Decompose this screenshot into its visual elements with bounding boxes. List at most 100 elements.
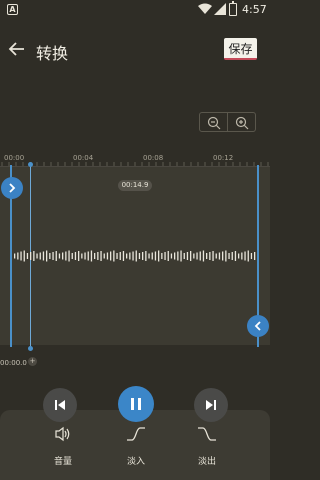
page-title: 转换	[36, 44, 69, 63]
waveform-bar	[78, 251, 80, 261]
back-button[interactable]	[8, 40, 28, 60]
waveform-bar	[225, 250, 227, 262]
volume-tool[interactable]: 音量	[43, 426, 83, 467]
waveform-bar	[218, 252, 221, 260]
zoom-out-icon	[207, 116, 221, 130]
waveform-bar	[244, 251, 246, 261]
waveform-bar	[142, 252, 144, 260]
waveform-bar	[49, 253, 51, 259]
signal-icon	[214, 3, 226, 15]
waveform-bar	[97, 252, 99, 260]
waveform-bar	[103, 253, 105, 259]
waveform-bar	[14, 253, 16, 259]
save-button[interactable]: 保存	[224, 38, 257, 60]
waveform-bar	[94, 253, 96, 259]
arrow-left-icon	[8, 42, 24, 56]
previous-button[interactable]	[43, 388, 77, 422]
waveform-bar	[250, 253, 253, 259]
selection-end-handle[interactable]	[247, 315, 269, 337]
waveform-bar	[135, 250, 137, 262]
fade-in-icon	[127, 427, 145, 441]
waveform-bar	[196, 252, 198, 260]
waveform-bar	[33, 251, 35, 261]
ruler-tick-label: 00:04	[73, 154, 94, 162]
waveform-bar	[145, 251, 147, 261]
position-readout: 00:00.0	[0, 359, 27, 367]
waveform-bar	[164, 252, 166, 260]
waveform-bar	[68, 250, 70, 262]
battery-icon	[229, 1, 237, 16]
waveform-bar	[20, 251, 22, 261]
waveform-bar	[238, 253, 240, 259]
zoom-out-button[interactable]	[200, 113, 227, 131]
waveform-bar	[161, 253, 163, 259]
waveform-bar	[228, 253, 230, 259]
app-notification-icon: A	[7, 4, 18, 15]
waveform-bar	[55, 251, 57, 261]
fade-out-label: 淡出	[197, 457, 216, 467]
waveform-bar	[154, 251, 157, 261]
waveform-bar	[17, 252, 19, 260]
waveform-bar	[170, 253, 173, 259]
waveform-bar	[167, 251, 169, 261]
waveform-bar	[30, 252, 32, 260]
waveform-bar	[122, 251, 125, 261]
waveform-bar	[247, 250, 249, 262]
waveform-bar	[36, 253, 38, 259]
waveform-bar	[186, 252, 189, 260]
waveform-bar	[132, 251, 134, 261]
pause-icon	[131, 398, 141, 410]
chevron-right-icon	[9, 183, 16, 193]
selection-duration-badge: 00:14.9	[118, 180, 152, 191]
waveform-bar	[100, 251, 102, 261]
waveform-bar	[234, 251, 237, 261]
waveform-bar	[126, 253, 128, 259]
waveform-bar	[90, 250, 93, 262]
fade-out-tool[interactable]: 淡出	[187, 426, 227, 467]
waveform-bar	[254, 252, 256, 260]
playhead-bottom-dot	[28, 346, 33, 351]
waveform-bar	[215, 253, 217, 259]
waveform-bar	[74, 252, 77, 260]
fade-in-label: 淡入	[126, 457, 145, 467]
waveform-bar	[158, 250, 160, 262]
chevron-left-icon	[254, 321, 261, 331]
waveform-bar	[65, 251, 67, 261]
waveform-bar	[180, 250, 182, 262]
waveform-bar	[177, 251, 179, 261]
fade-in-tool[interactable]: 淡入	[116, 426, 156, 467]
waveform-bar	[81, 253, 83, 259]
waveform-bar	[84, 252, 86, 260]
add-marker-button[interactable]: +	[28, 357, 37, 366]
playhead-top-dot	[28, 162, 33, 167]
selection-start-handle[interactable]	[1, 177, 23, 199]
ruler-tick-label: 00:00	[4, 154, 25, 162]
waveform-bar	[42, 251, 45, 261]
waveform-bar	[183, 253, 185, 259]
waveform-bar	[151, 252, 153, 260]
wifi-icon	[198, 3, 212, 14]
waveform-bar	[62, 252, 64, 260]
waveform-bar	[26, 253, 29, 259]
zoom-in-icon	[235, 116, 249, 130]
waveform-bar	[209, 252, 211, 260]
waveform-bar	[202, 250, 205, 262]
waveform-bar	[174, 252, 176, 260]
zoom-controls	[199, 112, 256, 132]
waveform	[14, 250, 256, 262]
waveform-bar	[199, 251, 201, 261]
waveform-bar	[190, 251, 192, 261]
next-button[interactable]	[194, 388, 228, 422]
waveform-bar	[241, 252, 243, 260]
skip-next-icon	[206, 400, 216, 410]
waveform-bar	[222, 251, 224, 261]
status-bar: A 4:57	[0, 0, 270, 20]
zoom-in-button[interactable]	[227, 113, 255, 131]
pause-button[interactable]	[118, 386, 154, 422]
waveform-bar	[58, 253, 61, 259]
waveform-bar	[106, 252, 109, 260]
waveform-bar	[138, 253, 141, 259]
waveform-bar	[46, 250, 48, 262]
fade-out-icon	[198, 427, 216, 441]
volume-label: 音量	[53, 457, 72, 467]
